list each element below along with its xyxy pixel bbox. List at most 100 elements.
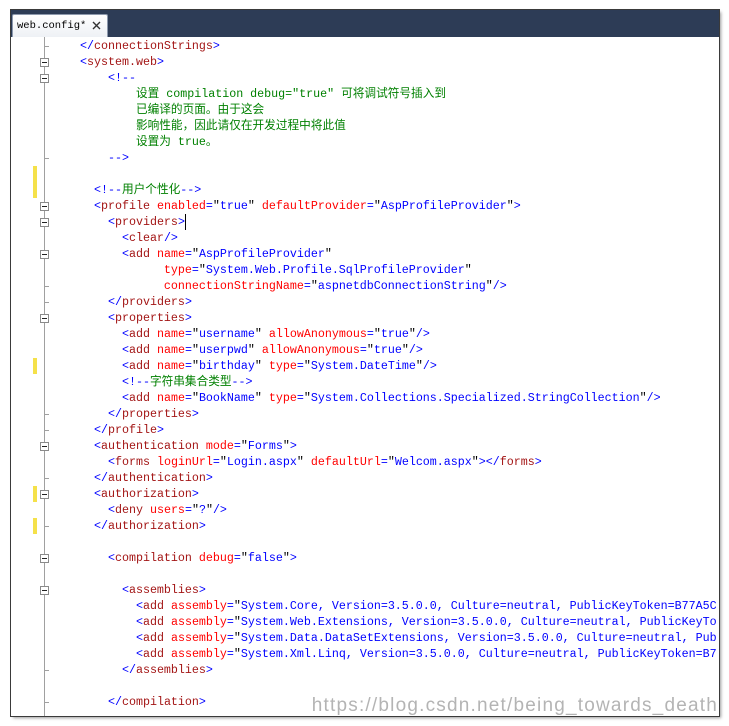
xml-text [262,327,269,341]
xml-quote: " [247,199,255,213]
code-line[interactable]: </assemblies> [52,662,213,678]
xml-element-name: add [128,327,150,341]
code-line[interactable]: </connectionStrings> [52,38,220,54]
code-line[interactable]: </profile> [52,422,164,438]
xml-element-name: forms [499,455,535,469]
code-line[interactable]: <add name="birthday" type="System.DateTi… [52,358,437,374]
code-line[interactable]: <add name="BookName" type="System.Collec… [52,390,661,406]
code-line[interactable]: </compilation> [52,694,206,710]
tab-web-config[interactable]: web.config* [12,14,108,37]
xml-text [52,279,164,293]
code-line[interactable]: <!-- [52,70,136,86]
code-line[interactable]: 已编译的页面。由于这会 [52,102,264,118]
code-line[interactable]: <assemblies> [52,582,206,598]
code-line[interactable]: --> [52,150,129,166]
code-line[interactable]: <forms loginUrl="Login.aspx" defaultUrl=… [52,454,542,470]
code-line[interactable]: <add name="username" allowAnonymous="tru… [52,326,430,342]
xml-delimiter: = [233,551,241,565]
xml-attribute-name: name [156,343,185,357]
xml-attribute-name: name [156,391,185,405]
xml-quote: " [471,455,479,469]
code-line[interactable]: </authorization> [52,518,206,534]
code-line[interactable]: connectionStringName="aspnetdbConnection… [52,278,507,294]
code-line[interactable]: 设置为 true。 [52,134,218,150]
xml-delimiter: /> [408,343,423,357]
code-line[interactable]: <properties> [52,310,192,326]
xml-attribute-value: System.Data.DataSetExtensions, Version=3… [240,631,717,645]
xml-element-name: assemblies [128,583,199,597]
xml-delimiter: = [359,343,367,357]
xml-delimiter: /> [492,279,507,293]
code-line[interactable]: <add name="userpwd" allowAnonymous="true… [52,342,423,358]
xml-element-name: providers [121,295,185,309]
xml-text [52,455,108,469]
xml-element-name: add [128,391,150,405]
xml-quote: " [324,247,332,261]
tab-title: web.config* [17,20,87,32]
code-line[interactable]: 影响性能，因此请仅在开发过程中将此值 [52,118,346,134]
xml-comment: 设置 compilation debug="true" 可将调试符号插入到 [52,87,447,101]
xml-comment: 设置为 true。 [52,135,218,149]
xml-quote: " [233,631,241,645]
code-line[interactable]: <authorization> [52,486,199,502]
code-line[interactable]: <compilation debug="false"> [52,550,297,566]
close-icon[interactable] [92,21,101,30]
code-line[interactable]: <providers> [52,214,185,230]
code-line[interactable]: <!--字符串集合类型--> [52,374,253,390]
code-line[interactable]: type="System.Web.Profile.SqlProfileProvi… [52,262,472,278]
code-line[interactable]: <!--用户个性化--> [52,182,201,198]
code-line[interactable]: <add assembly="System.Data.DataSetExtens… [52,630,717,646]
xml-quote: " [219,455,227,469]
xml-text [150,199,157,213]
xml-quote: " [639,391,647,405]
xml-element-name: add [128,359,150,373]
code-line[interactable]: </providers> [52,294,192,310]
xml-text [150,327,157,341]
code-editor[interactable]: </connectionStrings> <system.web> <!-- 设… [11,37,719,716]
xml-attribute-value: System.DateTime [310,359,416,373]
code-line[interactable]: <profile enabled="true" defaultProvider=… [52,198,521,214]
xml-delimiter: = [380,455,388,469]
code-line[interactable]: 设置 compilation debug="true" 可将调试符号插入到 [52,86,446,102]
xml-attribute-value: Forms [247,439,283,453]
xml-text [52,231,122,245]
xml-text [52,423,94,437]
code-area[interactable]: </connectionStrings> <system.web> <!-- 设… [11,37,719,716]
xml-delimiter: < [93,199,101,213]
xml-quote: " [408,327,416,341]
code-line[interactable]: <add assembly="System.Xml.Linq, Version=… [52,646,717,662]
xml-element-name: compilation [114,551,192,565]
xml-delimiter: /> [163,231,178,245]
code-line[interactable]: <authentication mode="Forms"> [52,438,297,454]
xml-quote: " [191,327,199,341]
xml-text [52,615,136,629]
code-line[interactable]: <deny users="?"/> [52,502,227,518]
xml-delimiter: </ [121,663,136,677]
xml-delimiter: > [289,439,297,453]
xml-delimiter: < [121,583,129,597]
code-line[interactable]: <system.web> [52,54,164,70]
xml-quote: " [233,615,241,629]
xml-text [52,343,122,357]
xml-text [52,551,108,565]
xml-delimiter: </ [107,695,122,709]
xml-element-name: profile [100,199,150,213]
xml-delimiter: = [226,599,234,613]
xml-quote: " [373,327,381,341]
xml-text [164,615,171,629]
code-line[interactable]: <add name="AspProfileProvider" [52,246,332,262]
xml-text [52,375,122,389]
xml-attribute-value: AspProfileProvider [380,199,507,213]
xml-element-name: deny [114,503,143,517]
code-line[interactable]: </properties> [52,406,199,422]
code-line[interactable]: <add assembly="System.Web.Extensions, Ve… [52,614,717,630]
xml-element-name: properties [121,407,192,421]
xml-attribute-name: assembly [170,631,227,645]
code-line[interactable]: </authentication> [52,470,213,486]
code-line[interactable]: <clear/> [52,230,178,246]
xml-attribute-name: type [268,391,297,405]
xml-delimiter: < [135,647,143,661]
xml-delimiter: > [198,695,206,709]
xml-delimiter: < [79,55,87,69]
code-line[interactable]: <add assembly="System.Core, Version=3.5.… [52,598,717,614]
